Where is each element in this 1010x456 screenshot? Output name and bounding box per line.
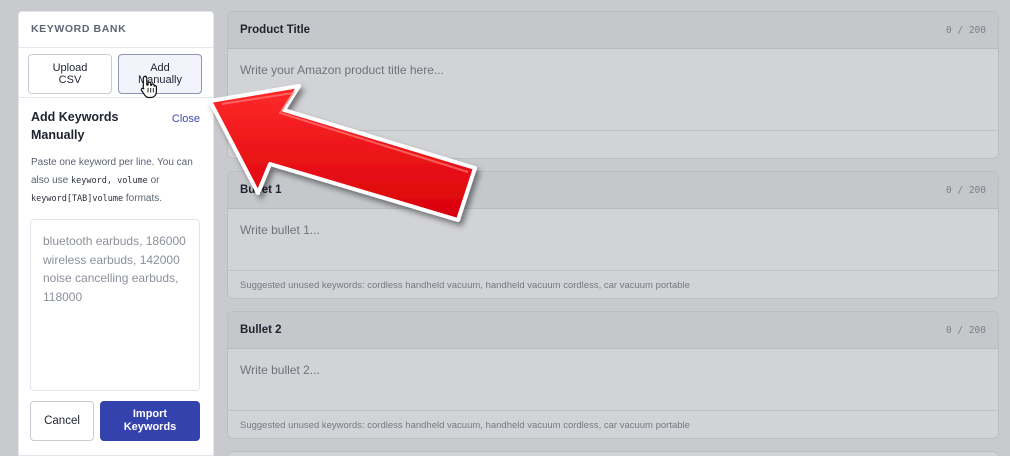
card-header: Bullet 1 0 / 200 <box>228 172 998 209</box>
product-title-input[interactable]: Write your Amazon product title here... <box>228 49 998 130</box>
card-header: Bullet 2 0 / 200 <box>228 312 998 349</box>
format-code-csv: keyword, volume <box>71 176 148 186</box>
add-manually-button[interactable]: Add Manually <box>118 54 202 94</box>
hand-pointer-icon <box>140 75 157 99</box>
card-header: Product Title 0 / 200 <box>228 12 998 49</box>
bullet-1-input[interactable]: Write bullet 1... <box>228 209 998 270</box>
source-buttons: Upload CSV Add Manually <box>19 48 213 98</box>
suggested-keywords: Suggested unused keywords: cordless hand… <box>228 270 998 298</box>
add-keywords-title: Add Keywords Manually <box>31 110 119 142</box>
help-text-suffix: formats. <box>123 193 163 204</box>
bullet-2-card: Bullet 2 0 / 200 Write bullet 2... Sugge… <box>227 311 999 439</box>
bullet-1-card: Bullet 1 0 / 200 Write bullet 1... Sugge… <box>227 171 999 299</box>
char-count: 0 / 200 <box>945 324 986 336</box>
bullet-3-card-partial <box>227 451 999 456</box>
keyword-bank-panel: KEYWORD BANK Upload CSV Add Manually Add… <box>18 11 214 456</box>
close-link[interactable]: Close <box>172 113 200 125</box>
upload-csv-button[interactable]: Upload CSV <box>28 54 112 94</box>
bullet-2-input[interactable]: Write bullet 2... <box>228 349 998 410</box>
char-count: 0 / 200 <box>945 24 986 36</box>
add-keywords-section: Add Keywords Manually Close Paste one ke… <box>19 98 213 208</box>
suggested-keywords: Suggested unused keywords: cordless hand… <box>228 410 998 438</box>
product-title-card: Product Title 0 / 200 Write your Amazon … <box>227 11 999 159</box>
cancel-button[interactable]: Cancel <box>30 401 94 441</box>
card-title: Bullet 2 <box>240 324 282 336</box>
card-title: Product Title <box>240 24 311 36</box>
keyword-bank-heading: KEYWORD BANK <box>19 12 213 48</box>
char-count: 0 / 200 <box>945 184 986 196</box>
keywords-textarea[interactable]: bluetooth earbuds, 186000 wireless earbu… <box>30 219 200 391</box>
help-text: Paste one keyword per line. You can also… <box>31 154 203 208</box>
card-title: Bullet 1 <box>240 184 282 196</box>
card-footer <box>228 130 998 158</box>
import-keywords-button[interactable]: Import Keywords <box>100 401 200 441</box>
format-code-tab: keyword[TAB]volume <box>31 194 124 204</box>
app-page: KEYWORD BANK Upload CSV Add Manually Add… <box>0 0 1010 456</box>
help-text-mid: or <box>147 175 160 186</box>
